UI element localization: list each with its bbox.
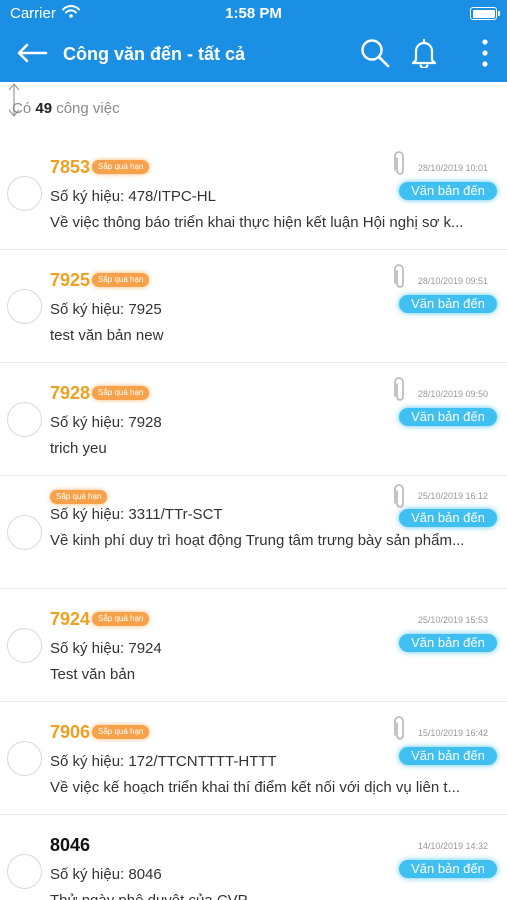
notification-button[interactable] [407, 38, 441, 72]
attachment-icon [393, 716, 407, 742]
document-date: 25/10/2019 16:12 [417, 491, 488, 501]
list-item[interactable]: 7925 Sắp quá hạn Số ký hiệu: 7925 test v… [0, 250, 507, 363]
document-summary: trich yeu [50, 440, 107, 457]
document-code: Số ký hiệu: 7925 [50, 301, 162, 318]
attachment-icon [393, 484, 407, 510]
list-item[interactable]: 7928 Sắp quá hạn Số ký hiệu: 7928 trich … [0, 363, 507, 476]
nav-bar: Công văn đến - tất cả [0, 28, 507, 82]
document-type-badge: Văn bản đến [399, 295, 497, 313]
item-count: Có 49 công việc [12, 100, 120, 117]
document-date: 28/10/2019 10:01 [417, 163, 488, 173]
back-button[interactable] [14, 40, 50, 70]
attachment-icon [393, 377, 407, 403]
list-item[interactable]: Sắp quá hạn Số ký hiệu: 3311/TTr-SCT Về … [0, 476, 507, 589]
list-item[interactable]: 7924 Sắp quá hạn Số ký hiệu: 7924 Test v… [0, 589, 507, 702]
document-date: 28/10/2019 09:50 [417, 389, 488, 399]
overdue-badge: Sắp quá hạn [92, 160, 150, 174]
overdue-badge: Sắp quá hạn [50, 490, 108, 504]
document-date: 28/10/2019 09:51 [417, 276, 488, 286]
document-summary: Thử ngày phê duyệt của CVP [50, 892, 490, 900]
select-checkbox[interactable] [7, 741, 42, 776]
document-list: 7853 Sắp quá hạn Số ký hiệu: 478/ITPC-HL… [0, 137, 507, 900]
document-type-badge: Văn bản đến [399, 182, 497, 200]
select-checkbox[interactable] [7, 176, 42, 211]
count-value: 49 [35, 100, 53, 117]
document-number: 8046 [50, 835, 91, 855]
document-code: Số ký hiệu: 7928 [50, 414, 162, 431]
overdue-badge: Sắp quá hạn [92, 273, 150, 287]
document-type-badge: Văn bản đến [399, 634, 497, 652]
document-code: Số ký hiệu: 7924 [50, 640, 162, 657]
more-vertical-icon [481, 38, 489, 73]
app-header: Carrier 1:58 PM Công văn đến - tất cả [0, 0, 507, 82]
select-checkbox[interactable] [7, 515, 42, 550]
overdue-badge: Sắp quá hạn [92, 386, 150, 400]
status-time: 1:58 PM [225, 5, 282, 22]
more-options-button[interactable] [468, 38, 502, 72]
document-type-badge: Văn bản đến [399, 509, 497, 527]
document-code: Số ký hiệu: 172/TTCNTTTT-HTTT [50, 753, 277, 770]
document-code: Số ký hiệu: 478/ITPC-HL [50, 188, 216, 205]
document-summary: Về kinh phí duy trì hoạt động Trung tâm … [50, 532, 465, 549]
document-type-badge: Văn bản đến [399, 408, 497, 426]
bell-icon [410, 38, 438, 73]
select-checkbox[interactable] [7, 289, 42, 324]
document-summary: test văn bản new [50, 327, 164, 344]
document-date: 14/10/2019 14:32 [417, 841, 488, 851]
document-code: Số ký hiệu: 8046 [50, 866, 162, 883]
attachment-icon [393, 264, 407, 290]
document-type-badge: Văn bản đến [399, 860, 497, 878]
document-number: 7924 [50, 609, 91, 629]
search-icon [360, 38, 390, 73]
attachment-icon [393, 151, 407, 177]
overdue-badge: Sắp quá hạn [92, 725, 150, 739]
arrow-left-icon [16, 43, 48, 68]
status-bar: Carrier 1:58 PM [0, 0, 507, 28]
document-date: 25/10/2019 15:53 [417, 615, 488, 625]
search-button[interactable] [358, 38, 392, 72]
document-type-badge: Văn bản đến [399, 747, 497, 765]
list-item[interactable]: 7906 Sắp quá hạn Số ký hiệu: 172/TTCNTTT… [0, 702, 507, 815]
battery-icon [470, 7, 500, 20]
document-summary: Test văn bản [50, 666, 136, 683]
document-summary: Về việc thông báo triển khai thực hiện k… [50, 214, 464, 231]
page-title: Công văn đến - tất cả [63, 44, 246, 64]
select-checkbox[interactable] [7, 628, 42, 663]
select-checkbox[interactable] [7, 402, 42, 437]
document-summary: Về việc kế hoạch triển khai thí điểm kết… [50, 779, 461, 796]
document-number: 7925 [50, 270, 91, 290]
count-prefix: Có [12, 100, 32, 117]
select-checkbox[interactable] [7, 854, 42, 889]
document-number: 7853 [50, 157, 91, 177]
document-date: 15/10/2019 16:42 [417, 728, 488, 738]
document-number: 7906 [50, 722, 91, 742]
document-code: Số ký hiệu: 3311/TTr-SCT [50, 506, 223, 523]
document-number: 7928 [50, 383, 91, 403]
overdue-badge: Sắp quá hạn [92, 612, 150, 626]
list-item[interactable]: 8046 Số ký hiệu: 8046 Thử ngày phê duyệt… [0, 815, 507, 900]
count-suffix: công việc [56, 100, 120, 117]
list-item[interactable]: 7853 Sắp quá hạn Số ký hiệu: 478/ITPC-HL… [0, 137, 507, 250]
